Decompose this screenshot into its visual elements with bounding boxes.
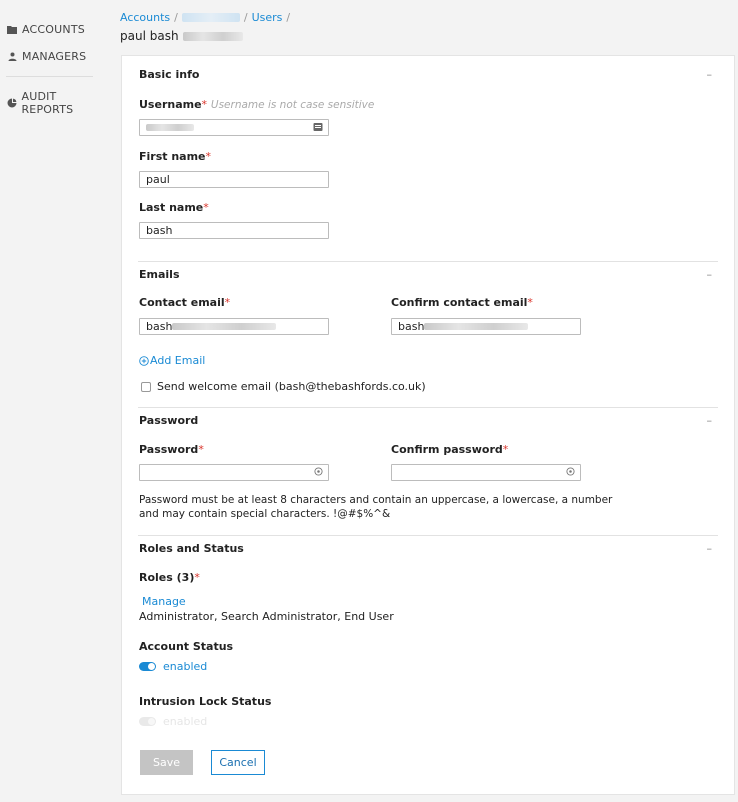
last-name-label-text: Last name: [139, 201, 204, 214]
manage-roles-link[interactable]: Manage: [142, 595, 186, 608]
username-label-text: Username: [139, 98, 202, 111]
sidebar-item-managers[interactable]: MANAGERS: [6, 50, 86, 63]
pie-chart-icon: [6, 98, 17, 108]
page-title: paul bash: [120, 29, 243, 43]
sidebar-item-audit-reports[interactable]: AUDIT REPORTS: [6, 90, 108, 116]
username-hint: Username is not case sensitive: [210, 99, 375, 111]
last-name-label: Last name*: [139, 201, 209, 214]
confirm-email-input[interactable]: bash: [391, 318, 581, 335]
confirm-email-value: bash: [398, 320, 425, 333]
intrusion-lock-label: Intrusion Lock Status: [139, 695, 272, 708]
required-mark: *: [205, 150, 212, 163]
password-input[interactable]: [139, 464, 329, 481]
contact-email-label: Contact email*: [139, 296, 230, 309]
folder-icon: [6, 25, 18, 34]
password-help-line: Password must be at least 8 characters a…: [139, 494, 613, 506]
last-name-value: bash: [146, 224, 173, 237]
breadcrumb-separator: /: [174, 11, 178, 24]
account-status-value: enabled: [163, 660, 208, 673]
sidebar: ACCOUNTS MANAGERS AUDIT REPORTS: [0, 0, 108, 802]
collapse-roles-button[interactable]: –: [707, 542, 713, 555]
confirm-email-label: Confirm contact email*: [391, 296, 533, 309]
required-mark: *: [502, 443, 509, 456]
first-name-label-text: First name: [139, 150, 206, 163]
sidebar-item-label: MANAGERS: [22, 50, 87, 63]
section-title-emails: Emails: [139, 268, 180, 281]
breadcrumb-account-redacted[interactable]: [181, 13, 240, 22]
save-button[interactable]: Save: [140, 750, 193, 775]
confirm-password-input[interactable]: [391, 464, 581, 481]
username-input[interactable]: [139, 119, 329, 136]
account-status-row: enabled: [139, 660, 207, 673]
sidebar-item-label: ACCOUNTS: [22, 23, 85, 36]
welcome-email-row: Send welcome email (bash@thebashfords.co…: [141, 380, 426, 393]
account-status-label: Account Status: [139, 640, 234, 653]
roles-label-text: Roles (3): [139, 571, 195, 584]
breadcrumb-separator: /: [243, 11, 248, 24]
contact-email-label-text: Contact email: [139, 296, 225, 309]
roles-value: Administrator, Search Administrator, End…: [139, 610, 394, 623]
roles-label: Roles (3)*: [139, 571, 200, 584]
confirm-password-label: Confirm password*: [391, 443, 508, 456]
breadcrumb-separator: /: [286, 11, 291, 24]
password-help-text: Password must be at least 8 characters a…: [139, 493, 612, 521]
required-mark: *: [201, 98, 208, 111]
user-form-card: Basic info – Username* Username is not c…: [121, 55, 735, 795]
section-divider: [138, 261, 718, 262]
last-name-input[interactable]: bash: [139, 222, 329, 239]
section-divider: [138, 535, 718, 536]
section-title-roles-status: Roles and Status: [139, 542, 244, 555]
password-help-line: and may contain special characters. !@#$…: [139, 508, 391, 520]
contact-card-icon: [313, 122, 323, 135]
first-name-value: paul: [146, 173, 170, 186]
plus-circle-icon: [139, 355, 149, 366]
page-title-redacted: [182, 31, 243, 41]
username-label: Username* Username is not case sensitive: [139, 98, 374, 111]
confirm-email-label-text: Confirm contact email: [391, 296, 528, 309]
breadcrumb-accounts[interactable]: Accounts: [120, 11, 170, 24]
intrusion-lock-value: enabled: [163, 715, 208, 728]
required-mark: *: [203, 201, 209, 214]
password-reveal-icon[interactable]: [314, 467, 323, 479]
cancel-button[interactable]: Cancel: [211, 750, 265, 775]
contact-email-value: bash: [146, 320, 173, 333]
collapse-password-button[interactable]: –: [707, 414, 713, 427]
required-mark: *: [527, 296, 533, 309]
section-title-password: Password: [139, 414, 199, 427]
contact-email-input[interactable]: bash: [139, 318, 329, 335]
required-mark: *: [198, 443, 204, 456]
password-label: Password*: [139, 443, 204, 456]
confirm-password-label-text: Confirm password: [391, 443, 503, 456]
intrusion-lock-toggle: [139, 717, 156, 726]
contact-email-redacted: [172, 323, 277, 330]
intrusion-lock-row: enabled: [139, 715, 207, 728]
section-divider: [138, 407, 718, 408]
confirm-email-redacted: [424, 323, 529, 330]
first-name-input[interactable]: paul: [139, 171, 329, 188]
collapse-emails-button[interactable]: –: [707, 268, 713, 281]
required-mark: *: [194, 571, 200, 584]
password-label-text: Password: [139, 443, 199, 456]
person-icon: [6, 52, 18, 61]
add-email-text: Add Email: [150, 354, 206, 367]
sidebar-item-label: AUDIT REPORTS: [21, 90, 74, 116]
breadcrumb: Accounts / / Users /: [120, 11, 294, 24]
sidebar-divider: [6, 76, 93, 77]
welcome-email-label: Send welcome email (bash@thebashfords.co…: [157, 380, 426, 393]
first-name-label: First name*: [139, 150, 211, 163]
welcome-email-checkbox[interactable]: [141, 381, 151, 392]
account-status-toggle[interactable]: [139, 662, 156, 671]
breadcrumb-users[interactable]: Users: [252, 11, 283, 24]
add-email-link[interactable]: Add Email: [139, 354, 205, 367]
sidebar-item-accounts[interactable]: ACCOUNTS: [6, 23, 85, 36]
collapse-basic-info-button[interactable]: –: [707, 68, 713, 81]
password-reveal-icon[interactable]: [566, 467, 575, 479]
required-mark: *: [224, 296, 231, 309]
section-title-basic-info: Basic info: [139, 68, 200, 81]
username-value-redacted: [146, 124, 194, 131]
page-title-text: paul bash: [120, 29, 179, 43]
